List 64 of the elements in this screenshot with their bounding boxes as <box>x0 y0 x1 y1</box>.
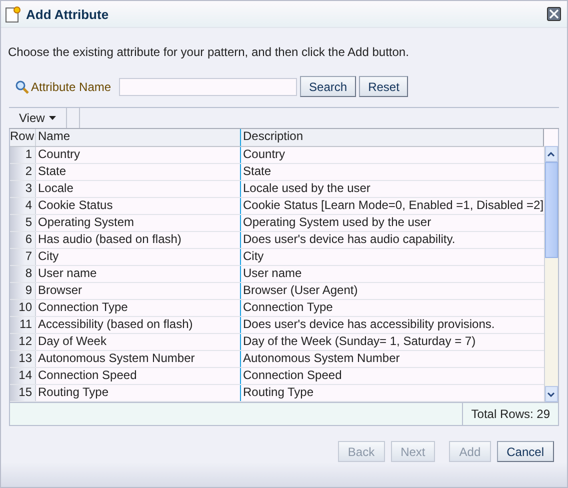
row-number: 11 <box>10 317 36 334</box>
row-number: 1 <box>10 147 36 164</box>
table-cell[interactable]: Routing Type <box>241 385 544 402</box>
table-cell[interactable]: State <box>36 164 241 180</box>
attribute-name-label: Attribute Name <box>31 80 112 94</box>
attribute-name-field[interactable] <box>119 78 298 96</box>
close-button[interactable] <box>547 7 561 22</box>
dialog-button[interactable]: Cancel <box>496 441 554 462</box>
row-number: 2 <box>10 164 36 180</box>
row-number: 9 <box>10 283 36 300</box>
view-menu[interactable]: View <box>9 108 67 128</box>
table-cell[interactable]: Connection Type <box>36 300 241 316</box>
row-number: 13 <box>10 351 36 368</box>
scroll-down-icon[interactable] <box>547 392 556 397</box>
table-cell[interactable]: Accessibility (based on flash) <box>36 317 241 334</box>
table-cell[interactable]: Routing Type <box>36 385 241 402</box>
table-cell[interactable]: Day of the Week (Sunday= 1, Saturday = 7) <box>241 334 544 350</box>
row-number: 14 <box>10 368 36 384</box>
instruction-text: Choose the existing attribute for your pattern, and then click the Add button. <box>8 45 410 60</box>
scroll-up-icon[interactable] <box>547 152 556 157</box>
document-icon <box>5 6 21 23</box>
search-bar-button[interactable]: Reset <box>359 76 408 98</box>
table-cell[interactable]: Operating System used by the user <box>241 215 544 232</box>
column-header: Name <box>36 129 241 146</box>
row-number: 8 <box>10 266 36 282</box>
row-number: 15 <box>10 385 36 402</box>
table-cell[interactable]: Browser (User Agent) <box>241 283 544 300</box>
row-number: 3 <box>10 181 36 198</box>
table-cell[interactable]: Country <box>36 147 241 164</box>
caret-icon <box>48 116 56 120</box>
row-number: 7 <box>10 249 36 266</box>
table-cell[interactable]: Connection Type <box>241 300 544 316</box>
table-cell[interactable]: Connection Speed <box>36 368 241 384</box>
window-title: Add Attribute <box>26 6 110 22</box>
total-rows-text: Total Rows: 29 <box>462 403 558 426</box>
table-cell[interactable]: User name <box>36 266 241 282</box>
scrollbar[interactable] <box>544 146 558 402</box>
table-cell[interactable]: Locale used by the user <box>241 181 544 198</box>
row-number: 12 <box>10 334 36 350</box>
table-cell[interactable]: User name <box>241 266 544 282</box>
table-cell[interactable]: City <box>241 249 544 266</box>
table-cell[interactable]: Operating System <box>36 215 241 232</box>
table-cell[interactable]: Cookie Status <box>36 198 241 214</box>
table-cell[interactable]: Cookie Status [Learn Mode=0, Enabled =1, Disabled =2] <box>241 198 544 214</box>
row-number: 4 <box>10 198 36 214</box>
column-header: Description <box>241 129 544 146</box>
table-cell[interactable]: State <box>241 164 544 180</box>
table-cell[interactable]: Locale <box>36 181 241 198</box>
table-cell[interactable]: Does user's device has audio capability. <box>241 232 544 248</box>
table-cell[interactable]: Autonomous System Number <box>241 351 544 368</box>
column-header: Row <box>10 129 36 146</box>
row-number: 5 <box>10 215 36 232</box>
table-cell[interactable]: Autonomous System Number <box>36 351 241 368</box>
table-cell[interactable]: Day of Week <box>36 334 241 350</box>
row-number: 10 <box>10 300 36 316</box>
table-cell[interactable]: Country <box>241 147 544 164</box>
search-bar-button[interactable]: Search <box>300 76 356 98</box>
table-cell[interactable]: Does user's device has accessibility provisions. <box>241 317 544 334</box>
search-icon <box>15 80 29 94</box>
table-cell[interactable]: Connection Speed <box>241 368 544 384</box>
table-cell[interactable]: Has audio (based on flash) <box>36 232 241 248</box>
table-cell[interactable]: Browser <box>36 283 241 300</box>
table-cell[interactable]: City <box>36 249 241 266</box>
row-number: 6 <box>10 232 36 248</box>
